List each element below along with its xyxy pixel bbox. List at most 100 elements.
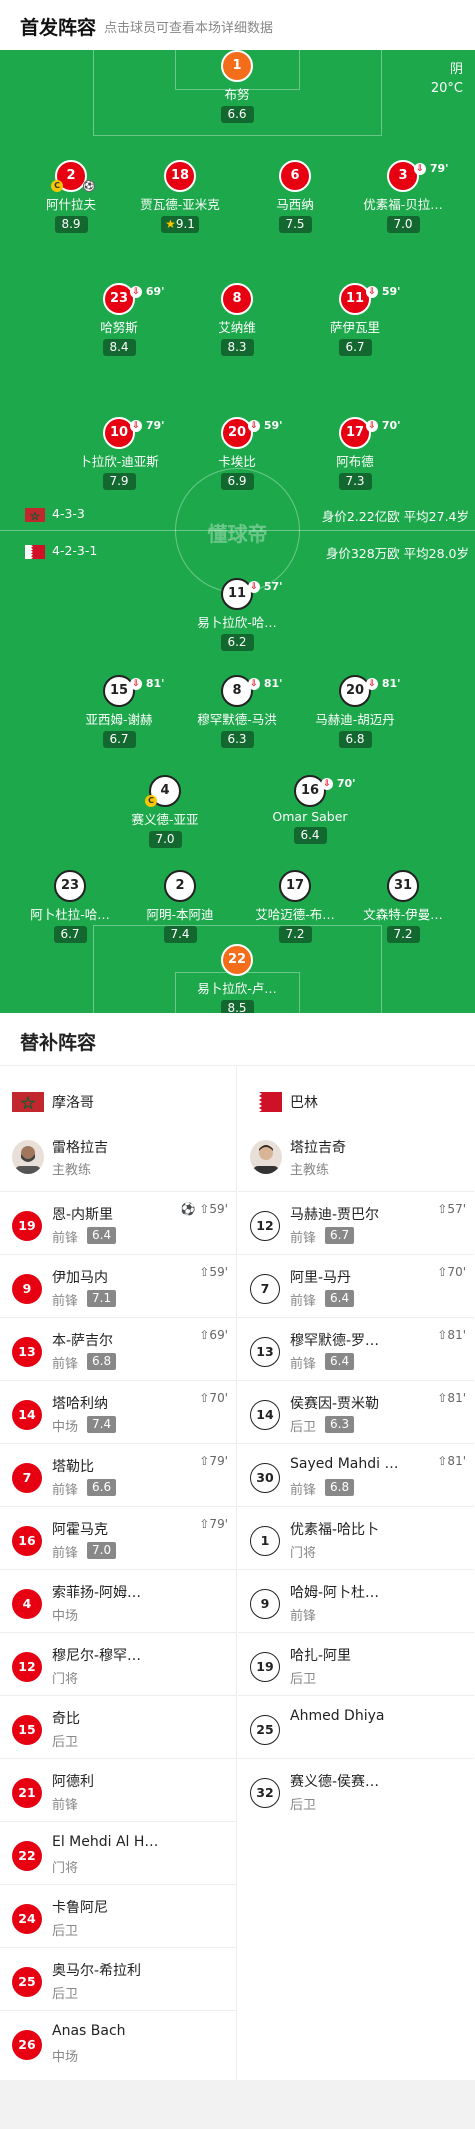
home-coach[interactable]: 雷格拉吉 主教练	[12, 1134, 232, 1184]
player-position: 前锋	[52, 1798, 79, 1813]
bench-player-row[interactable]: 26 Anas Bach 中场	[0, 2010, 236, 2074]
player-rating: 8.4	[102, 339, 136, 356]
bench-player-row[interactable]: 13 本-萨吉尔 前锋 6.8 ⇧69'	[0, 1317, 236, 1381]
home-player-9[interactable]: 10 ⇩ 79' 卜拉欣-迪亚斯 7.9	[54, 417, 184, 490]
bench-player-row[interactable]: 9 伊加马内 前锋 7.1 ⇧59'	[0, 1254, 236, 1318]
sub-out-icon: ⇩	[366, 286, 378, 298]
bench-player-row[interactable]: 16 阿霍马克 前锋 7.0 ⇧79'	[0, 1506, 236, 1570]
bench-player-row[interactable]: 12 马赫迪-贾巴尔 前锋 6.7 ⇧57'	[238, 1191, 474, 1255]
bench-player-row[interactable]: 25 Ahmed Dhiya	[238, 1695, 474, 1759]
home-player-10[interactable]: 20 ⇩ 59' 卡埃比 6.9	[172, 417, 302, 490]
away-player-2[interactable]: 15 ⇩ 81' 亚西姆-谢赫 6.7	[54, 675, 184, 748]
player-rating: 6.8	[325, 1479, 355, 1496]
player-position: 中场	[52, 1420, 79, 1435]
bench-player-row[interactable]: 4 索菲扬-阿姆… 中场	[0, 1569, 236, 1633]
home-player-6[interactable]: 23 ⇩ 69' 哈努斯 8.4	[54, 283, 184, 356]
player-number: 24	[12, 1904, 42, 1934]
bench-player-row[interactable]: 30 Sayed Mahdi … 前锋 6.8 ⇧81'	[238, 1443, 474, 1507]
player-rating: 6.3	[325, 1416, 355, 1433]
bench-player-row[interactable]: 19 哈扎-阿里 后卫	[238, 1632, 474, 1696]
away-player-8[interactable]: 2 阿明-本阿迪 7.4	[115, 870, 245, 943]
bench-player-row[interactable]: 19 恩-内斯里 前锋 6.4 ⚽ ⇧59'	[0, 1191, 236, 1255]
sub-minute: 79'	[145, 419, 165, 432]
star-icon: ★	[165, 217, 176, 231]
player-name: 赛义德-亚亚	[131, 812, 199, 827]
player-rating: 6.7	[338, 339, 372, 356]
player-number: 31	[387, 870, 419, 902]
player-position: 前锋	[52, 1231, 79, 1246]
bench-player-row[interactable]: 22 El Mehdi Al H… 门将	[0, 1821, 236, 1885]
player-number: 1	[250, 1526, 280, 1556]
player-name: 阿霍马克	[52, 1522, 108, 1538]
sub-in-marker: ⇧69'	[199, 1328, 228, 1342]
bench-player-row[interactable]: 7 阿里-马丹 前锋 6.4 ⇧70'	[238, 1254, 474, 1318]
player-name: 赛义德-侯赛…	[290, 1774, 380, 1790]
player-name: 卡埃比	[218, 454, 256, 469]
player-number: 25	[12, 1967, 42, 1997]
home-player-1[interactable]: 1 布努 6.6	[172, 50, 302, 123]
player-rating: 6.9	[220, 473, 254, 490]
player-number: 20 ⇩ 81'	[339, 675, 401, 707]
player-rating: 7.3	[338, 473, 372, 490]
bench-player-row[interactable]: 32 赛义德-侯赛… 后卫	[238, 1758, 474, 1822]
player-name: 奇比	[52, 1711, 80, 1727]
bench-player-row[interactable]: 9 哈姆-阿卜杜… 前锋	[238, 1569, 474, 1633]
home-player-3[interactable]: 18 贾瓦德-亚米克 ★9.1	[115, 160, 245, 233]
morocco-flag-icon	[12, 1092, 44, 1112]
sub-minute: 79'	[429, 162, 449, 175]
player-name: 哈努斯	[100, 320, 138, 335]
home-player-8[interactable]: 11 ⇩ 59' 萨伊瓦里 6.7	[290, 283, 420, 356]
player-number: 12	[250, 1211, 280, 1241]
bench-player-row[interactable]: 25 奥马尔-希拉利 后卫	[0, 1947, 236, 2011]
away-player-3[interactable]: 8 ⇩ 81' 穆罕默德-马洪 6.3	[172, 675, 302, 748]
player-rating: 6.7	[102, 731, 136, 748]
away-player-10[interactable]: 31 文森特-伊曼… 7.2	[338, 870, 468, 943]
player-name: Sayed Mahdi …	[290, 1456, 399, 1472]
player-number-text: 11	[345, 291, 365, 306]
bench-player-row[interactable]: 14 侯赛因-贾米勒 后卫 6.3 ⇧81'	[238, 1380, 474, 1444]
away-player-6[interactable]: 16 ⇩ 70' Omar Saber 6.4	[245, 775, 375, 844]
player-rating: 7.4	[87, 1416, 117, 1433]
home-value: 身价2.22亿欧 平均27.4岁	[321, 509, 469, 524]
player-number: 18	[164, 160, 196, 192]
home-player-5[interactable]: 3 ⇩ 79' 优素福-贝拉… 7.0	[338, 160, 468, 233]
coach-name: 雷格拉吉	[52, 1140, 108, 1156]
sub-out-icon: ⇩	[366, 420, 378, 432]
bench-player-row[interactable]: 1 优素福-哈比卜 门将	[238, 1506, 474, 1570]
bench-player-row[interactable]: 7 塔勒比 前锋 6.6 ⇧79'	[0, 1443, 236, 1507]
bench-player-row[interactable]: 14 塔哈利纳 中场 7.4 ⇧70'	[0, 1380, 236, 1444]
player-number-text: 3	[398, 168, 408, 183]
sub-minute: 81'	[381, 677, 401, 690]
home-player-7[interactable]: 8 艾纳维 8.3	[172, 283, 302, 356]
player-number: 6	[279, 160, 311, 192]
player-number-text: 11	[227, 586, 247, 601]
away-player-5[interactable]: 4C 赛义德-亚亚 7.0	[100, 775, 230, 848]
player-name: 贾瓦德-亚米克	[140, 197, 220, 212]
player-number: 23 ⇩ 69'	[103, 283, 165, 315]
sub-in-marker: ⇧81'	[437, 1328, 466, 1342]
sub-minute: 70'	[336, 777, 356, 790]
lineup-title: 首发阵容	[20, 17, 97, 39]
player-name: 恩-内斯里	[52, 1207, 114, 1223]
bench-player-row[interactable]: 12 穆尼尔-穆罕… 门将	[0, 1632, 236, 1696]
bench-player-row[interactable]: 24 卡鲁阿尼 后卫	[0, 1884, 236, 1948]
player-number-text: 10	[109, 425, 129, 440]
player-rating: 6.4	[293, 827, 327, 844]
player-name: 阿明-本阿迪	[146, 907, 214, 922]
sub-out-icon: ⇩	[248, 581, 260, 593]
player-name: 卜拉欣-迪亚斯	[79, 454, 159, 469]
away-player-11[interactable]: 22 易卜拉欣-卢… 8.5	[172, 944, 302, 1013]
player-position: 后卫	[52, 1987, 79, 2002]
bench-player-row[interactable]: 13 穆罕默德-罗… 前锋 6.4 ⇧81'	[238, 1317, 474, 1381]
home-player-11[interactable]: 17 ⇩ 70' 阿布德 7.3	[290, 417, 420, 490]
player-name: 卡鲁阿尼	[52, 1900, 108, 1916]
away-coach[interactable]: 塔拉吉奇 主教练	[250, 1134, 470, 1184]
sub-minute: 81'	[263, 677, 283, 690]
away-player-1[interactable]: 11 ⇩ 57' 易卜拉欣-哈… 6.2	[172, 578, 302, 651]
player-name: 本-萨吉尔	[52, 1333, 114, 1349]
bench-player-row[interactable]: 15 奇比 后卫	[0, 1695, 236, 1759]
player-number: 21	[12, 1778, 42, 1808]
bench-player-row[interactable]: 21 阿德利 前锋	[0, 1758, 236, 1822]
away-player-4[interactable]: 20 ⇩ 81' 马赫迪-胡迈丹 6.8	[290, 675, 420, 748]
player-name: 穆罕默德-罗…	[290, 1333, 380, 1349]
